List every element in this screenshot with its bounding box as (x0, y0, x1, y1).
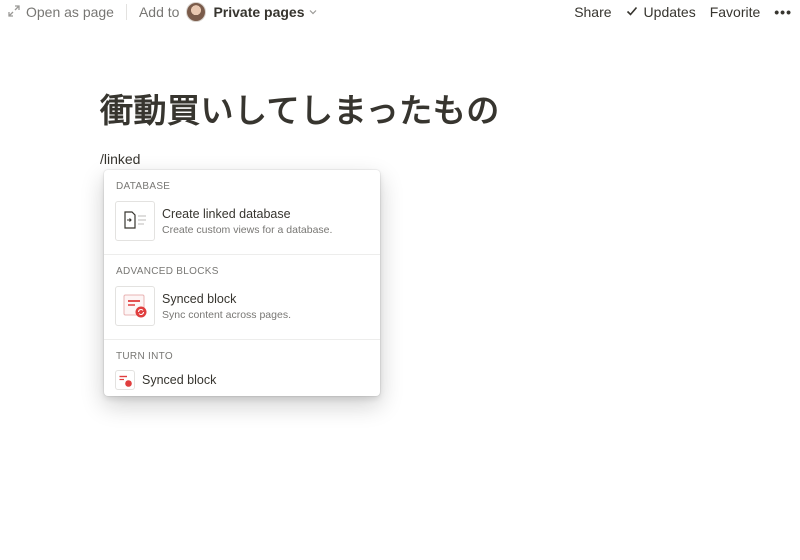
topbar-divider (125, 4, 127, 20)
synced-block-small-icon (115, 370, 135, 390)
avatar (186, 2, 207, 22)
add-to-button[interactable]: Add to Private pages (139, 2, 318, 22)
menu-item-synced-block[interactable]: Synced block Sync content across pages. (104, 286, 380, 326)
menu-item-text: Synced block Sync content across pages. (162, 292, 291, 321)
menu-item-title: Synced block (162, 291, 237, 306)
updates-button[interactable]: Updates (626, 4, 696, 20)
check-icon (626, 4, 638, 20)
open-as-page-label: Open as page (26, 4, 114, 20)
add-to-label: Add to (138, 4, 180, 20)
menu-item-description: Create custom views for a database. (162, 223, 333, 236)
menu-item-create-linked-database[interactable]: Create linked database Create custom vie… (104, 201, 380, 241)
more-options-icon[interactable]: ••• (774, 4, 792, 20)
slash-command-menu: DATABASE Create linked database Create c… (104, 170, 380, 396)
section-header-turn-into: TURN INTO (116, 351, 173, 362)
topbar: Open as page Add to Private pages Share … (0, 0, 800, 24)
topbar-right: Share Updates Favorite ••• (574, 3, 792, 21)
page-title[interactable]: 衝動買いしてしまったもの (100, 84, 500, 132)
workspace-selector[interactable]: Private pages (213, 4, 317, 20)
linked-database-icon (115, 201, 155, 241)
menu-divider (104, 339, 380, 340)
workspace-label: Private pages (213, 4, 305, 20)
menu-item-title: Synced block (142, 373, 217, 387)
menu-item-title: Create linked database (162, 206, 291, 221)
section-header-database: DATABASE (116, 181, 171, 192)
favorite-button[interactable]: Favorite (710, 4, 761, 20)
menu-item-text: Create linked database Create custom vie… (162, 207, 332, 236)
updates-label: Updates (643, 4, 696, 20)
chevron-down-icon (308, 4, 318, 20)
open-as-page-button[interactable]: Open as page (8, 4, 114, 20)
menu-item-turn-into-synced-block[interactable]: Synced block (104, 370, 380, 390)
menu-divider (104, 254, 380, 255)
section-header-advanced-blocks: ADVANCED BLOCKS (116, 266, 219, 277)
slash-command-input[interactable]: /linked (100, 151, 140, 167)
synced-block-icon (115, 286, 155, 326)
menu-item-description: Sync content across pages. (162, 308, 291, 321)
expand-arrows-icon (8, 4, 20, 20)
topbar-left: Open as page Add to Private pages (8, 2, 318, 22)
share-button[interactable]: Share (574, 4, 611, 20)
